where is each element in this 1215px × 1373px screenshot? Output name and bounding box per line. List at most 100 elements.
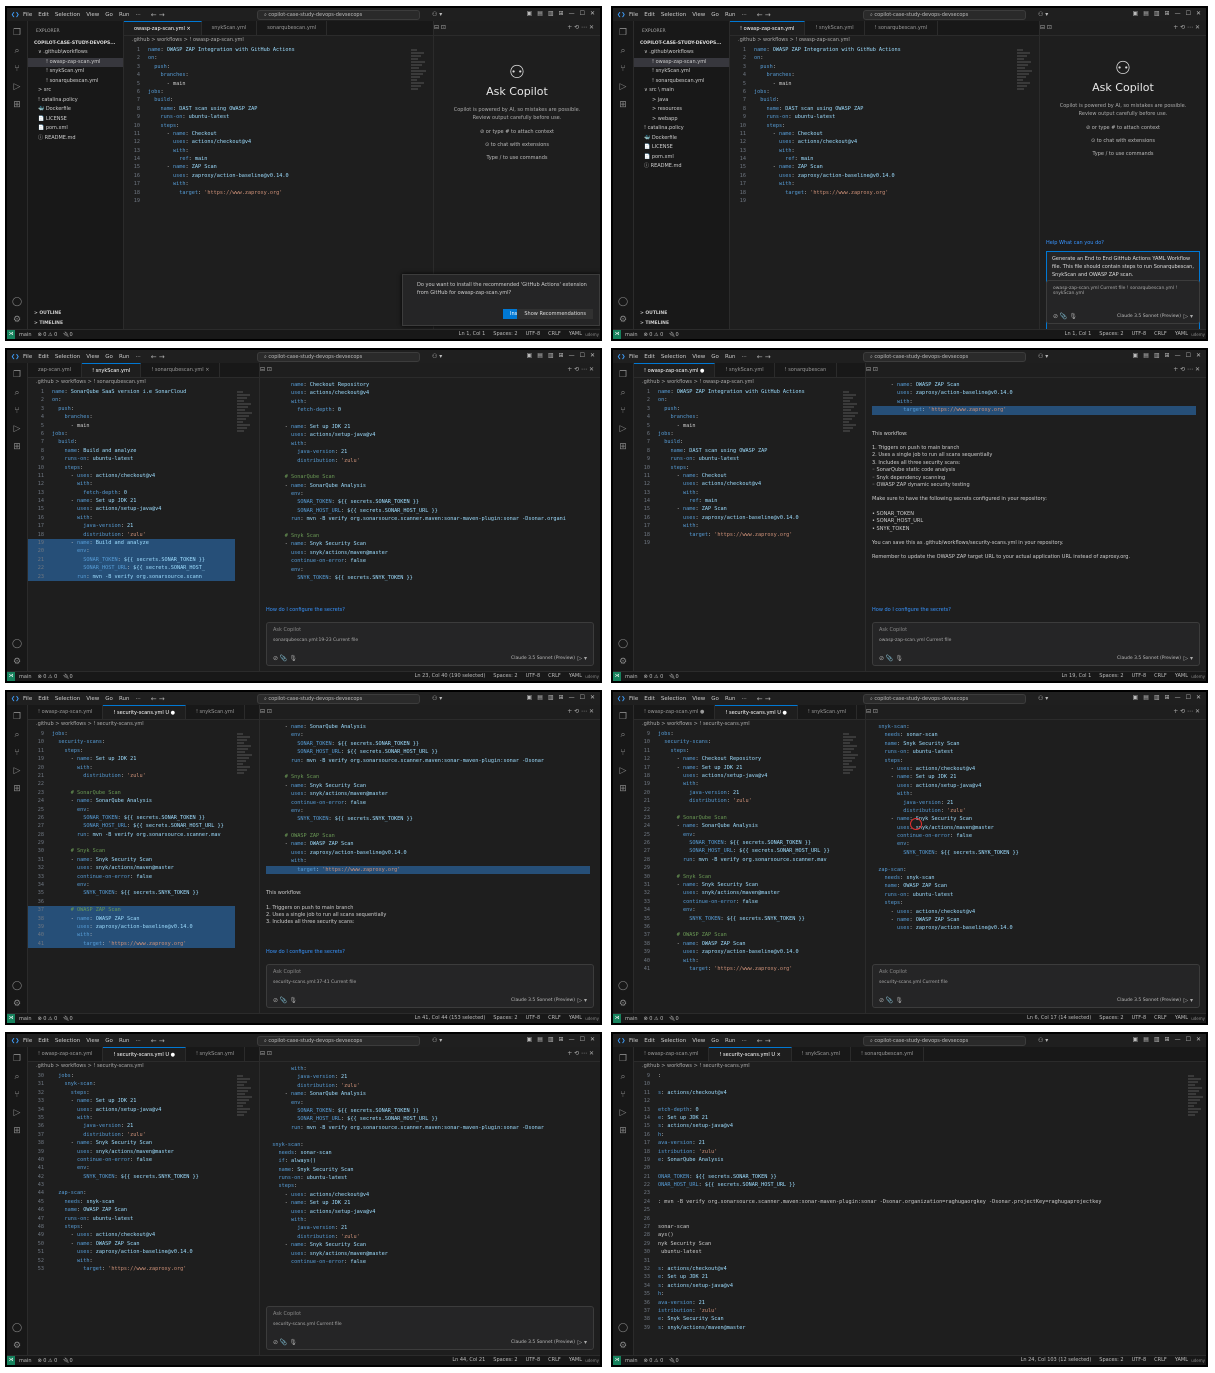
problems-status[interactable]: ⊗ 0 ⚠ 0 <box>38 1358 58 1364</box>
maximize-icon[interactable]: ☐ <box>580 352 585 359</box>
explorer-item[interactable]: ∨ .github\workflows <box>634 48 729 58</box>
layout-panel-icon[interactable]: ▤ <box>537 1036 543 1043</box>
copilot-icon[interactable]: ⚇ ▾ <box>1038 695 1048 702</box>
explorer-item[interactable]: 📄 LICENSE <box>28 115 123 125</box>
command-center-search[interactable]: ⌕ copilot-case-study-devops-devsecops <box>863 694 1026 704</box>
search-icon[interactable]: ⌕ <box>11 729 23 741</box>
menu-item-0[interactable]: File <box>629 696 638 702</box>
explorer-item[interactable]: ! sonarqubescan.yml <box>28 77 123 87</box>
breadcrumb[interactable]: .github > workflows > ! security-scans.y… <box>36 1062 144 1071</box>
code-editor[interactable]: 9 jobs: 10 security-scans: 11 steps: 12 - na… <box>634 730 841 1009</box>
layout-secondary-icon[interactable]: ▥ <box>548 10 554 17</box>
tab-1[interactable]: snykScan.yml <box>202 21 258 35</box>
explorer-item[interactable]: > src <box>28 86 123 96</box>
tab-0[interactable]: ! owasp-zap-scan.yml <box>28 705 104 719</box>
explorer-icon[interactable]: ❐ <box>11 27 23 39</box>
explorer-item[interactable]: ⓘ README.md <box>28 134 123 144</box>
minimap[interactable] <box>843 732 859 775</box>
menu-item-2[interactable]: Selection <box>661 354 686 360</box>
tab-1[interactable]: ! security-scans.yml U ● <box>715 705 798 719</box>
language-mode[interactable]: YAML <box>569 1014 582 1023</box>
menu-item-4[interactable]: Go <box>711 696 719 702</box>
outline-section[interactable]: > OUTLINE <box>34 311 61 316</box>
minimize-icon[interactable]: — <box>1175 352 1181 359</box>
explorer-item[interactable]: 📄 pom.xml <box>28 124 123 134</box>
layout-sidebar-icon[interactable]: ▣ <box>527 10 533 17</box>
explorer-item[interactable]: 📄 pom.xml <box>634 153 729 163</box>
layout-sidebar-icon[interactable]: ▣ <box>1133 1036 1139 1043</box>
layout-panel-icon[interactable]: ▤ <box>1143 10 1149 17</box>
remote-icon[interactable]: ⋊ <box>613 1356 621 1365</box>
menu-item-3[interactable]: View <box>86 696 99 702</box>
chat-actions[interactable]: + ⟲ ⋯ ✕ <box>567 1047 594 1061</box>
menu-item-3[interactable]: View <box>86 1038 99 1044</box>
minimize-icon[interactable]: — <box>1175 10 1181 17</box>
explorer-item[interactable]: ! catalina.policy <box>28 96 123 106</box>
indentation[interactable]: Spaces: 2 <box>493 672 517 681</box>
tab-1[interactable]: ! snykScan.yml <box>82 363 142 377</box>
nav-arrows-icon[interactable]: ← → <box>151 353 165 361</box>
minimap[interactable] <box>237 1074 253 1117</box>
menu-item-5[interactable]: Run <box>725 12 736 18</box>
language-mode[interactable]: YAML <box>1175 672 1188 681</box>
menu-item-4[interactable]: Go <box>711 354 719 360</box>
indentation[interactable]: Spaces: 2 <box>1099 1014 1123 1023</box>
run-debug-icon[interactable]: ▷ <box>11 81 23 93</box>
send-icon[interactable]: ▷ ▾ <box>577 655 587 662</box>
layout-secondary-icon[interactable]: ▥ <box>1154 1036 1160 1043</box>
layout-sidebar-icon[interactable]: ▣ <box>1133 694 1139 701</box>
account-icon[interactable]: ◯ <box>11 296 23 308</box>
layout-panel-icon[interactable]: ▤ <box>537 352 543 359</box>
eol[interactable]: CRLF <box>548 672 561 681</box>
branch-status[interactable]: main <box>19 1358 32 1364</box>
account-icon[interactable]: ◯ <box>11 980 23 992</box>
tab-2[interactable]: ! snykScan.yml <box>186 1047 246 1061</box>
explorer-item[interactable]: 📄 LICENSE <box>634 143 729 153</box>
encoding[interactable]: UTF-8 <box>526 672 541 681</box>
chat-actions[interactable]: + ⟲ ⋯ ✕ <box>567 21 594 35</box>
menu-item-0[interactable]: File <box>629 12 638 18</box>
layout-customize-icon[interactable]: ⊞ <box>559 1036 564 1043</box>
encoding[interactable]: UTF-8 <box>1132 1356 1147 1365</box>
tab-0[interactable]: ! owasp-zap-scan.yml <box>730 21 806 35</box>
eol[interactable]: CRLF <box>1154 330 1167 339</box>
settings-gear-icon[interactable]: ⚙ <box>617 656 629 668</box>
menu-item-2[interactable]: Selection <box>661 1038 686 1044</box>
copilot-icon[interactable]: ⚇ ▾ <box>1038 353 1048 360</box>
chat-tab-icons[interactable]: ⊟ ⊡ <box>260 708 272 715</box>
explorer-root[interactable]: COPILOT-CASE-STUDY-DEVOPS... <box>634 39 729 48</box>
chat-tools-icon[interactable]: ⊘ 📎 🎙 <box>273 997 297 1004</box>
explorer-icon[interactable]: ❐ <box>11 369 23 381</box>
command-center-search[interactable]: ⌕ copilot-case-study-devops-devsecops <box>257 10 420 20</box>
account-icon[interactable]: ◯ <box>617 1322 629 1334</box>
menu-item-4[interactable]: Go <box>105 1038 113 1044</box>
breadcrumb[interactable]: .github > workflows > ! security-scans.y… <box>642 1062 750 1071</box>
run-debug-icon[interactable]: ▷ <box>11 765 23 777</box>
menu-item-0[interactable]: File <box>23 12 32 18</box>
explorer-item[interactable]: ! sonarqubescan.yml <box>634 77 729 87</box>
explorer-icon[interactable]: ❐ <box>617 1053 629 1065</box>
menu-item-4[interactable]: Go <box>711 1038 719 1044</box>
command-center-search[interactable]: ⌕ copilot-case-study-devops-devsecops <box>257 694 420 704</box>
chat-help-link[interactable]: Help What can you do? <box>1040 239 1110 247</box>
chat-input-box[interactable]: Ask Copilot security-scans.yml Current fi… <box>266 1306 594 1350</box>
account-icon[interactable]: ◯ <box>11 638 23 650</box>
send-icon[interactable]: ▷ ▾ <box>1183 997 1193 1004</box>
send-icon[interactable]: ▷ ▾ <box>1183 655 1193 662</box>
minimize-icon[interactable]: — <box>1175 1036 1181 1043</box>
run-debug-icon[interactable]: ▷ <box>617 423 629 435</box>
menu-item-2[interactable]: Selection <box>55 12 80 18</box>
extensions-icon[interactable]: ⊞ <box>617 1125 629 1137</box>
ports-status[interactable]: 🔌0 <box>669 332 678 338</box>
code-editor[interactable]: 30 jobs: 31 snyk-scan: 32 steps: 33 - name:… <box>28 1072 235 1351</box>
language-mode[interactable]: YAML <box>1175 1014 1188 1023</box>
indentation[interactable]: Spaces: 2 <box>493 1014 517 1023</box>
menu-item-1[interactable]: Edit <box>38 354 49 360</box>
layout-secondary-icon[interactable]: ▥ <box>1154 10 1160 17</box>
search-icon[interactable]: ⌕ <box>11 45 23 57</box>
chat-followup-link[interactable]: How do I configure the secrets? <box>260 606 351 614</box>
menu-item-4[interactable]: Go <box>711 12 719 18</box>
problems-status[interactable]: ⊗ 0 ⚠ 0 <box>644 332 664 338</box>
search-icon[interactable]: ⌕ <box>617 1071 629 1083</box>
chat-attachment[interactable]: security-scans.yml Current file <box>873 975 1199 985</box>
